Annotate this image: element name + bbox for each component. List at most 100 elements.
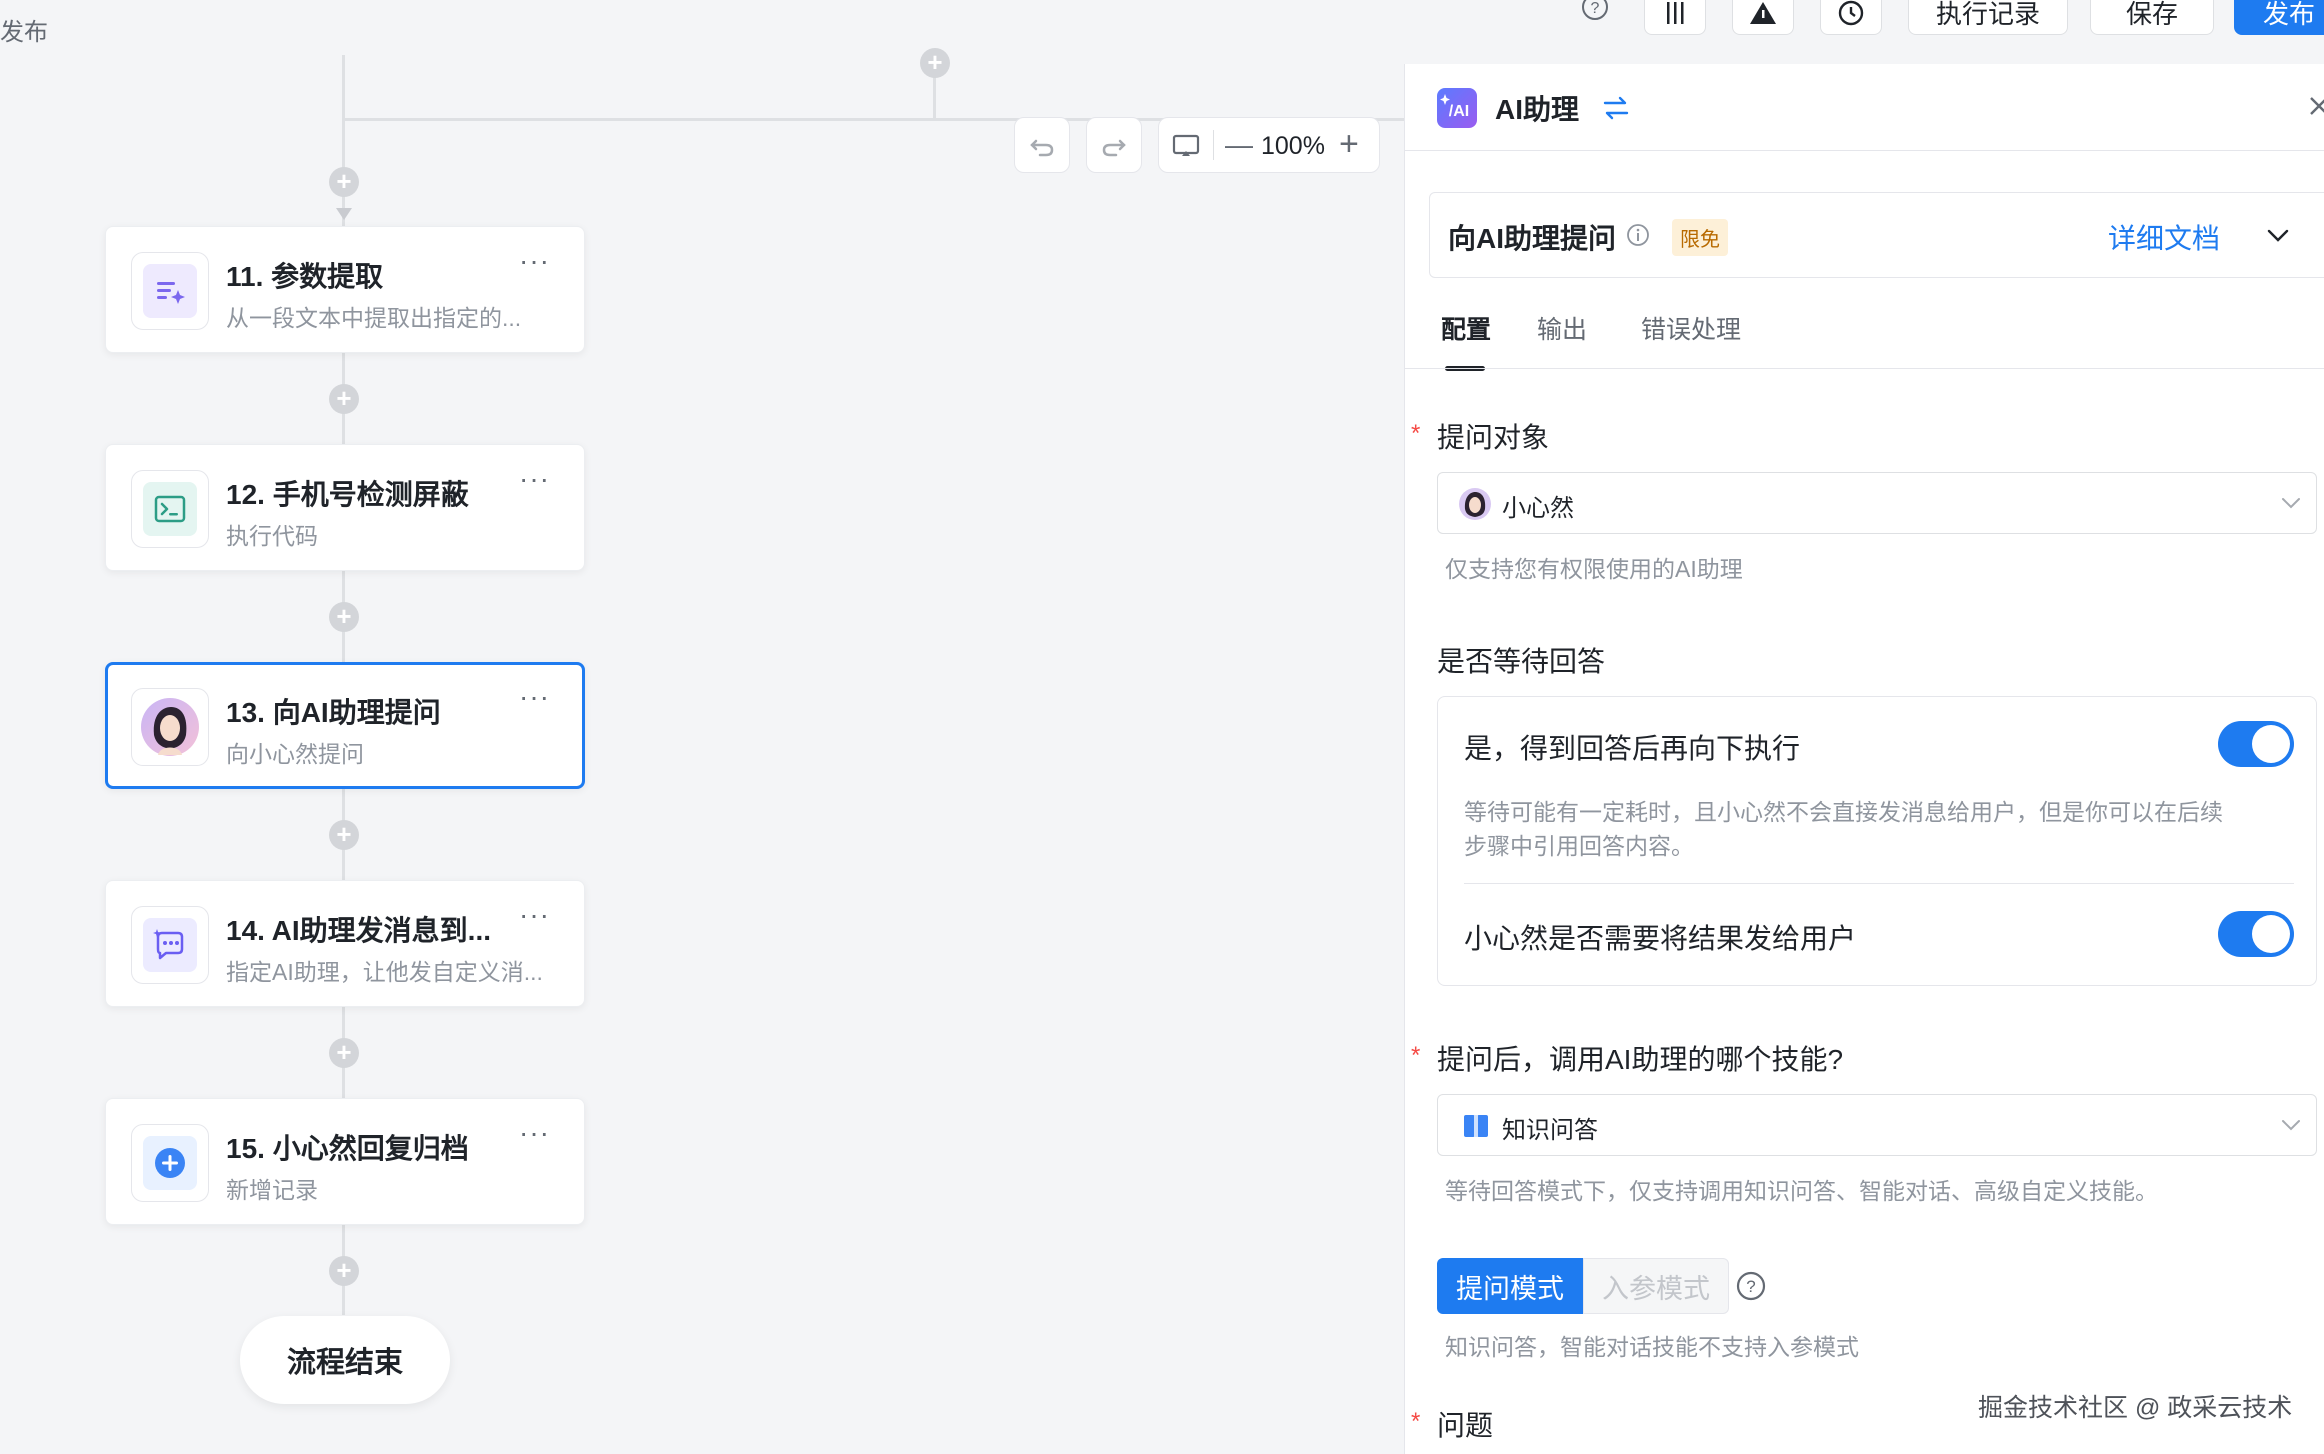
book-icon [1464, 1115, 1488, 1137]
switch-icon[interactable] [1601, 94, 1631, 122]
node-title: 14. AI助理发消息到... [226, 915, 492, 946]
wait-option-desc: 等待可能有一定耗时，且小心然不会直接发消息给用户，但是你可以在后续 [1464, 799, 2223, 825]
undo-icon [1030, 139, 1054, 157]
wait-option-title: 是，得到回答后再向下执行 [1464, 733, 1801, 764]
more-options-icon[interactable]: ··· [519, 245, 550, 277]
chevron-down-icon[interactable] [2264, 223, 2292, 247]
help-icon[interactable]: ? [1735, 1270, 1767, 1302]
skill-label: 提问后，调用AI助理的哪个技能? [1437, 1044, 1844, 1075]
add-step-button[interactable]: + [329, 167, 359, 197]
node-description: 新增记录 [226, 1177, 318, 1203]
add-step-button[interactable]: + [329, 384, 359, 414]
node-icon-frame [131, 252, 209, 330]
avatar-icon [141, 698, 199, 756]
node-title: 11. 参数提取 [226, 261, 384, 292]
sliders-icon [1667, 1, 1684, 24]
save-button[interactable]: 保存 [2090, 0, 2214, 35]
watermark: 掘金技术社区 @ 政采云技术 [1978, 1394, 2293, 1422]
flow-canvas[interactable]: 发布 + + + + + + + 11. 参数提取 从一段文本中提取出指定的..… [0, 0, 1404, 1454]
required-mark: * [1411, 1042, 1421, 1069]
flow-node-reply-archive[interactable]: 15. 小心然回复归档 新增记录 ··· [105, 1098, 585, 1225]
required-mark: * [1411, 1408, 1421, 1435]
node-icon-frame [131, 688, 209, 766]
run-history-button[interactable]: 执行记录 [1908, 0, 2068, 35]
fit-view-icon[interactable] [1171, 130, 1201, 160]
add-step-button[interactable]: + [329, 1256, 359, 1286]
add-step-button[interactable]: + [329, 1038, 359, 1068]
node-icon-frame [131, 470, 209, 548]
settings-button[interactable] [1644, 0, 1706, 35]
skill-select[interactable]: 知识问答 [1437, 1094, 2317, 1156]
send-result-label: 小心然是否需要将结果发给用户 [1464, 923, 1857, 954]
node-title: 12. 手机号检测屏蔽 [226, 479, 469, 510]
ask-target-hint: 仅支持您有权限使用的AI助理 [1445, 556, 1743, 582]
tab-error-handling[interactable]: 错误处理 [1641, 310, 1741, 346]
doc-link[interactable]: 详细文档 [2108, 217, 2220, 257]
flow-end-node: 流程结束 [240, 1316, 450, 1404]
mode-ask-button[interactable]: 提问模式 [1437, 1258, 1583, 1314]
flow-node-phone-mask[interactable]: 12. 手机号检测屏蔽 执行代码 ··· [105, 444, 585, 571]
avatar-icon [1459, 488, 1491, 520]
node-title: 13. 向AI助理提问 [226, 697, 441, 728]
skill-value: 知识问答 [1502, 1117, 1598, 1144]
zoom-level: 100% [1261, 132, 1325, 160]
node-icon-frame [131, 906, 209, 984]
step-header-card[interactable]: 向AI助理提问 限免 详细文档 [1429, 192, 2324, 278]
node-description: 执行代码 [226, 523, 318, 549]
info-icon[interactable] [1626, 223, 1650, 247]
question-label: 问题 [1437, 1410, 1494, 1441]
add-step-button[interactable]: + [920, 48, 950, 78]
arrow-head-icon [336, 208, 352, 220]
wait-options-card: 是，得到回答后再向下执行 等待可能有一定耗时，且小心然不会直接发消息给用户，但是… [1437, 696, 2317, 986]
divider [1405, 368, 2324, 369]
divider [1464, 883, 2294, 884]
terminal-icon [154, 495, 186, 523]
node-description: 向小心然提问 [226, 741, 364, 767]
ai-assistant-config-panel: /AI AI助理 向AI助理提问 限免 详细文档 配置 输出 错误处理 * 提问… [1404, 64, 2324, 1454]
plus-circle-icon [155, 1148, 185, 1178]
send-result-toggle[interactable] [2218, 911, 2294, 957]
flow-node-ask-ai[interactable]: 13. 向AI助理提问 向小心然提问 ··· [105, 662, 585, 789]
divider [1213, 130, 1214, 160]
more-options-icon[interactable]: ··· [519, 1117, 550, 1149]
add-step-button[interactable]: + [329, 820, 359, 850]
tab-config[interactable]: 配置 [1441, 310, 1491, 346]
more-options-icon[interactable]: ··· [519, 899, 550, 931]
mode-hint: 知识问答，智能对话技能不支持入参模式 [1445, 1334, 1859, 1360]
publish-button[interactable]: 发布 [2234, 0, 2324, 35]
clock-icon [1838, 0, 1864, 25]
mode-param-button[interactable]: 入参模式 [1583, 1258, 1729, 1314]
chevron-down-icon [2282, 498, 2300, 509]
skill-hint: 等待回答模式下，仅支持调用知识问答、智能对话、高级自定义技能。 [1445, 1178, 2158, 1204]
panel-title: AI助理 [1495, 94, 1580, 125]
top-toolbar: ? 执行记录 保存 发布 [1404, 0, 2324, 36]
more-options-icon[interactable]: ··· [519, 681, 550, 713]
more-options-icon[interactable]: ··· [519, 463, 550, 495]
warning-button[interactable] [1732, 0, 1794, 35]
history-button[interactable] [1820, 0, 1882, 35]
zoom-in-icon[interactable]: + [1339, 125, 1359, 164]
ai-assistant-logo-icon: /AI [1437, 88, 1477, 128]
svg-text:?: ? [1591, 0, 1600, 17]
redo-icon [1102, 139, 1126, 157]
divider [1405, 150, 2324, 151]
redo-button[interactable] [1086, 117, 1142, 173]
tab-output[interactable]: 输出 [1537, 310, 1587, 346]
undo-button[interactable] [1014, 117, 1070, 173]
flow-node-param-extract[interactable]: 11. 参数提取 从一段文本中提取出指定的... ··· [105, 226, 585, 353]
ask-target-select[interactable]: 小心然 [1437, 472, 2317, 534]
sparkle-list-icon [157, 282, 185, 304]
help-icon[interactable]: ? [1580, 0, 1610, 22]
add-step-button[interactable]: + [329, 602, 359, 632]
wait-answer-label: 是否等待回答 [1437, 646, 1606, 677]
step-title: 向AI助理提问 [1448, 223, 1617, 254]
svg-text:?: ? [1746, 1277, 1755, 1296]
free-badge: 限免 [1672, 219, 1728, 256]
warning-icon [1750, 1, 1776, 24]
close-icon[interactable] [2307, 94, 2324, 118]
flow-node-ai-send-message[interactable]: 14. AI助理发消息到... 指定AI助理，让他发自定义消... ··· [105, 880, 585, 1007]
wait-answer-toggle[interactable] [2218, 721, 2294, 767]
ask-target-label: 提问对象 [1437, 422, 1550, 453]
node-icon-frame [131, 1124, 209, 1202]
zoom-out-icon[interactable]: — [1225, 131, 1253, 159]
